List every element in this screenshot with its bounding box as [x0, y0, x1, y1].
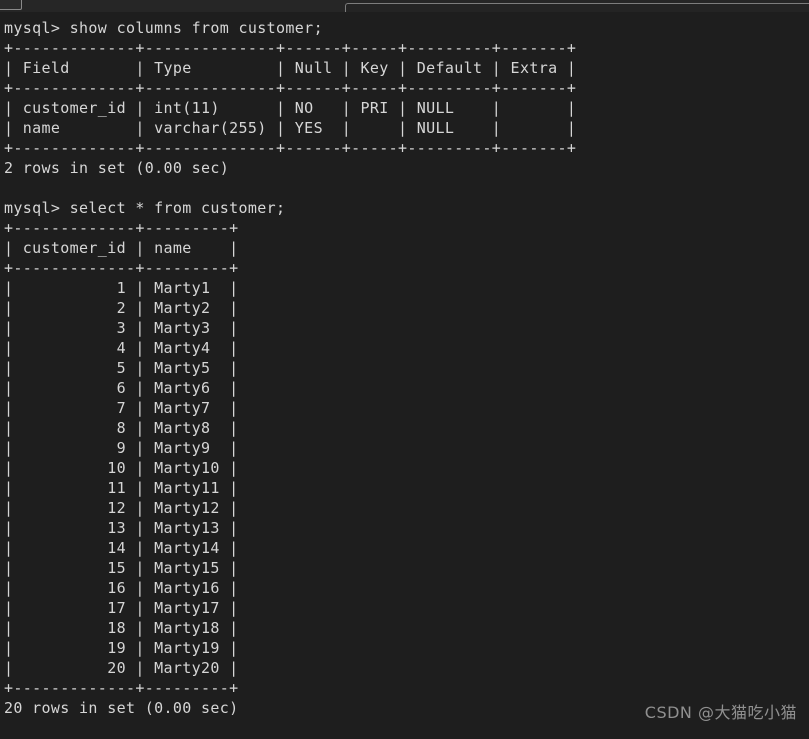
terminal-line: | 7 | Marty7 | [4, 399, 239, 417]
terminal-line: +-------------+---------+ [4, 259, 239, 277]
terminal-line: | customer_id | int(11) | NO | PRI | NUL… [4, 99, 577, 117]
terminal-line: | 12 | Marty12 | [4, 499, 239, 517]
terminal-line: | 6 | Marty6 | [4, 379, 239, 397]
window-chrome-strip [0, 0, 809, 24]
terminal-line: +-------------+--------------+------+---… [4, 139, 577, 157]
terminal-line: +-------------+--------------+------+---… [4, 39, 577, 57]
terminal-line: +-------------+---------+ [4, 679, 239, 697]
terminal-line: | 2 | Marty2 | [4, 299, 239, 317]
terminal-output[interactable]: mysql> show columns from customer; +-----… [0, 12, 809, 739]
terminal-line: | 14 | Marty14 | [4, 539, 239, 557]
terminal-line: +-------------+--------------+------+---… [4, 79, 577, 97]
terminal-line: | 16 | Marty16 | [4, 579, 239, 597]
terminal-line: | 11 | Marty11 | [4, 479, 239, 497]
terminal-line: | Field | Type | Null | Key | Default | … [4, 59, 577, 77]
terminal-line: 2 rows in set (0.00 sec) [4, 159, 230, 177]
terminal-line: mysql> show columns from customer; [4, 19, 323, 37]
terminal-line: 20 rows in set (0.00 sec) [4, 699, 239, 717]
terminal-line: | 1 | Marty1 | [4, 279, 239, 297]
terminal-line: | 18 | Marty18 | [4, 619, 239, 637]
terminal-line: | 4 | Marty4 | [4, 339, 239, 357]
terminal-line: | 8 | Marty8 | [4, 419, 239, 437]
terminal-line: mysql> select * from customer; [4, 199, 286, 217]
terminal-line: | customer_id | name | [4, 239, 239, 257]
terminal-line: | 3 | Marty3 | [4, 319, 239, 337]
terminal-line: | 9 | Marty9 | [4, 439, 239, 457]
terminal-line: | 17 | Marty17 | [4, 599, 239, 617]
terminal-line: | 19 | Marty19 | [4, 639, 239, 657]
terminal-line: | 15 | Marty15 | [4, 559, 239, 577]
window-tab-left-fragment[interactable] [0, 0, 22, 10]
terminal-line: | name | varchar(255) | YES | | NULL | | [4, 119, 577, 137]
terminal-line: | 5 | Marty5 | [4, 359, 239, 377]
terminal-line: | 13 | Marty13 | [4, 519, 239, 537]
terminal-line: | 10 | Marty10 | [4, 459, 239, 477]
terminal-line: | 20 | Marty20 | [4, 659, 239, 677]
terminal-line: +-------------+---------+ [4, 219, 239, 237]
